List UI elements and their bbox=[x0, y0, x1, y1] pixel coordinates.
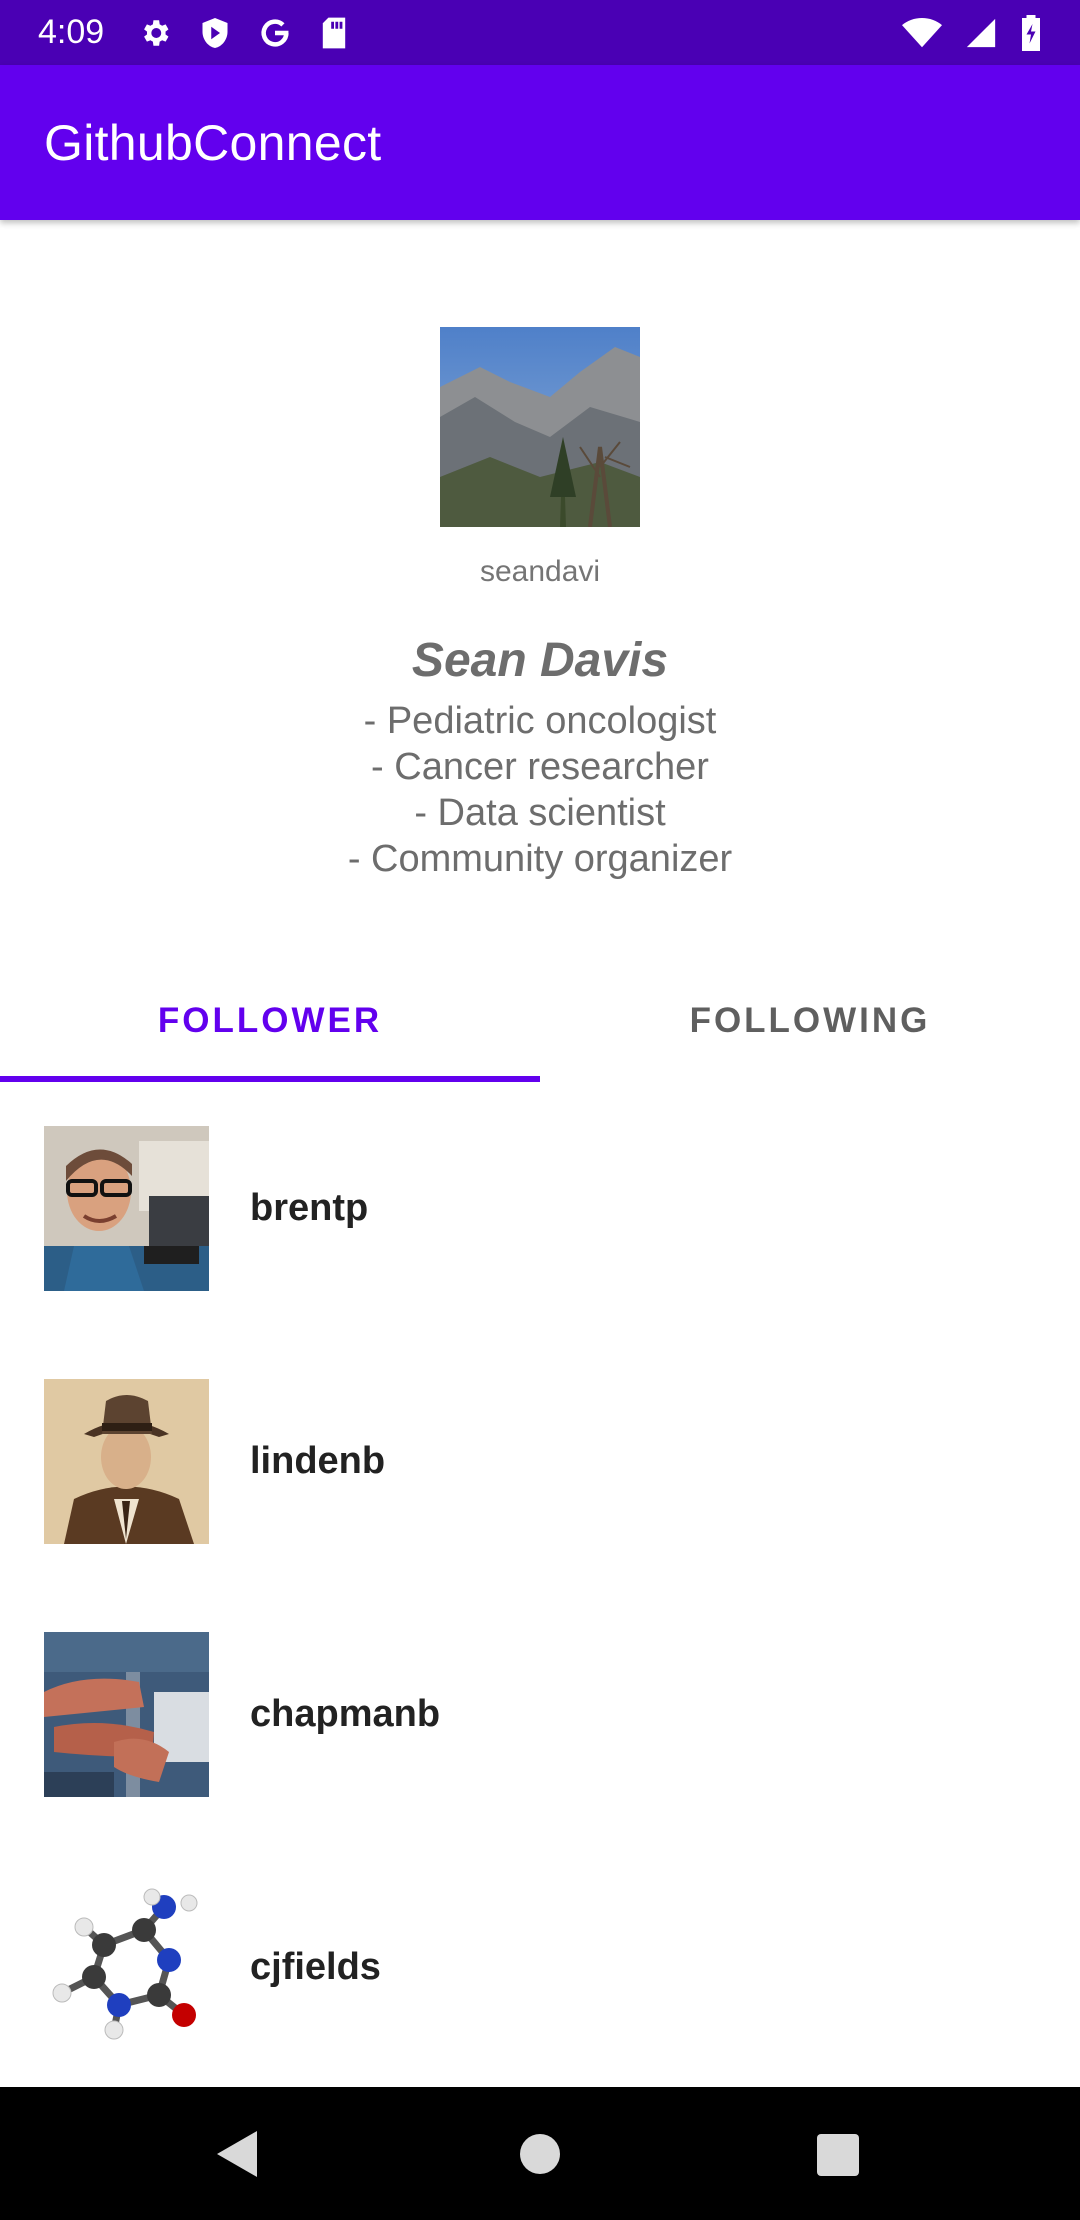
nav-bar bbox=[0, 2087, 1080, 2220]
status-icons-left bbox=[138, 16, 348, 50]
profile-username: seandavi bbox=[479, 555, 601, 588]
tab-follower-label: FOLLOWER bbox=[157, 1001, 383, 1040]
profile-name: Sean Davis bbox=[411, 634, 669, 687]
list-item[interactable]: brentp bbox=[0, 1082, 1080, 1335]
battery-icon bbox=[1020, 14, 1042, 51]
list-item-avatar bbox=[44, 1126, 209, 1291]
screen: 4:09 GithubConnect seandavi Sean Davis -… bbox=[0, 0, 1080, 2220]
list-item-login: chapmanb bbox=[250, 1693, 441, 1735]
profile-bio: - Pediatric oncologist - Cancer research… bbox=[0, 698, 1080, 882]
profile-avatar bbox=[440, 327, 640, 527]
status-bar: 4:09 bbox=[0, 0, 1080, 65]
app-title: GithubConnect bbox=[44, 114, 382, 171]
tab-following-label: FOLLOWING bbox=[689, 1001, 931, 1040]
recents-icon[interactable] bbox=[817, 2134, 859, 2176]
list-item[interactable]: cjfields bbox=[0, 1841, 1080, 2094]
tab-follower[interactable]: FOLLOWER bbox=[0, 960, 540, 1082]
status-icons-right bbox=[902, 14, 1042, 51]
bio-line: - Community organizer bbox=[347, 838, 733, 880]
gear-icon bbox=[138, 16, 172, 50]
list-item[interactable]: lindenb bbox=[0, 1335, 1080, 1588]
bio-line: - Pediatric oncologist bbox=[363, 700, 717, 742]
list-item-login: cjfields bbox=[250, 1946, 381, 1988]
signal-icon bbox=[964, 16, 998, 50]
list-item-avatar bbox=[44, 1885, 209, 2050]
list-item-login: brentp bbox=[250, 1187, 369, 1229]
shield-icon bbox=[200, 16, 230, 50]
sd-card-icon bbox=[320, 16, 348, 50]
app-bar: GithubConnect bbox=[0, 65, 1080, 220]
list-item[interactable]: chapmanb bbox=[0, 1588, 1080, 1841]
bio-line: - Cancer researcher bbox=[371, 746, 709, 788]
google-icon bbox=[258, 16, 292, 50]
list-item-avatar bbox=[44, 1379, 209, 1544]
back-icon[interactable] bbox=[215, 2129, 259, 2179]
list-item-avatar bbox=[44, 1632, 209, 1797]
home-icon[interactable] bbox=[518, 2132, 562, 2176]
bio-line: - Data scientist bbox=[414, 792, 666, 834]
list-item-login: lindenb bbox=[250, 1440, 386, 1482]
tab-bar: FOLLOWER FOLLOWING bbox=[0, 960, 1080, 1082]
status-time: 4:09 bbox=[38, 13, 105, 51]
wifi-icon bbox=[902, 16, 942, 50]
tab-following[interactable]: FOLLOWING bbox=[540, 960, 1080, 1082]
